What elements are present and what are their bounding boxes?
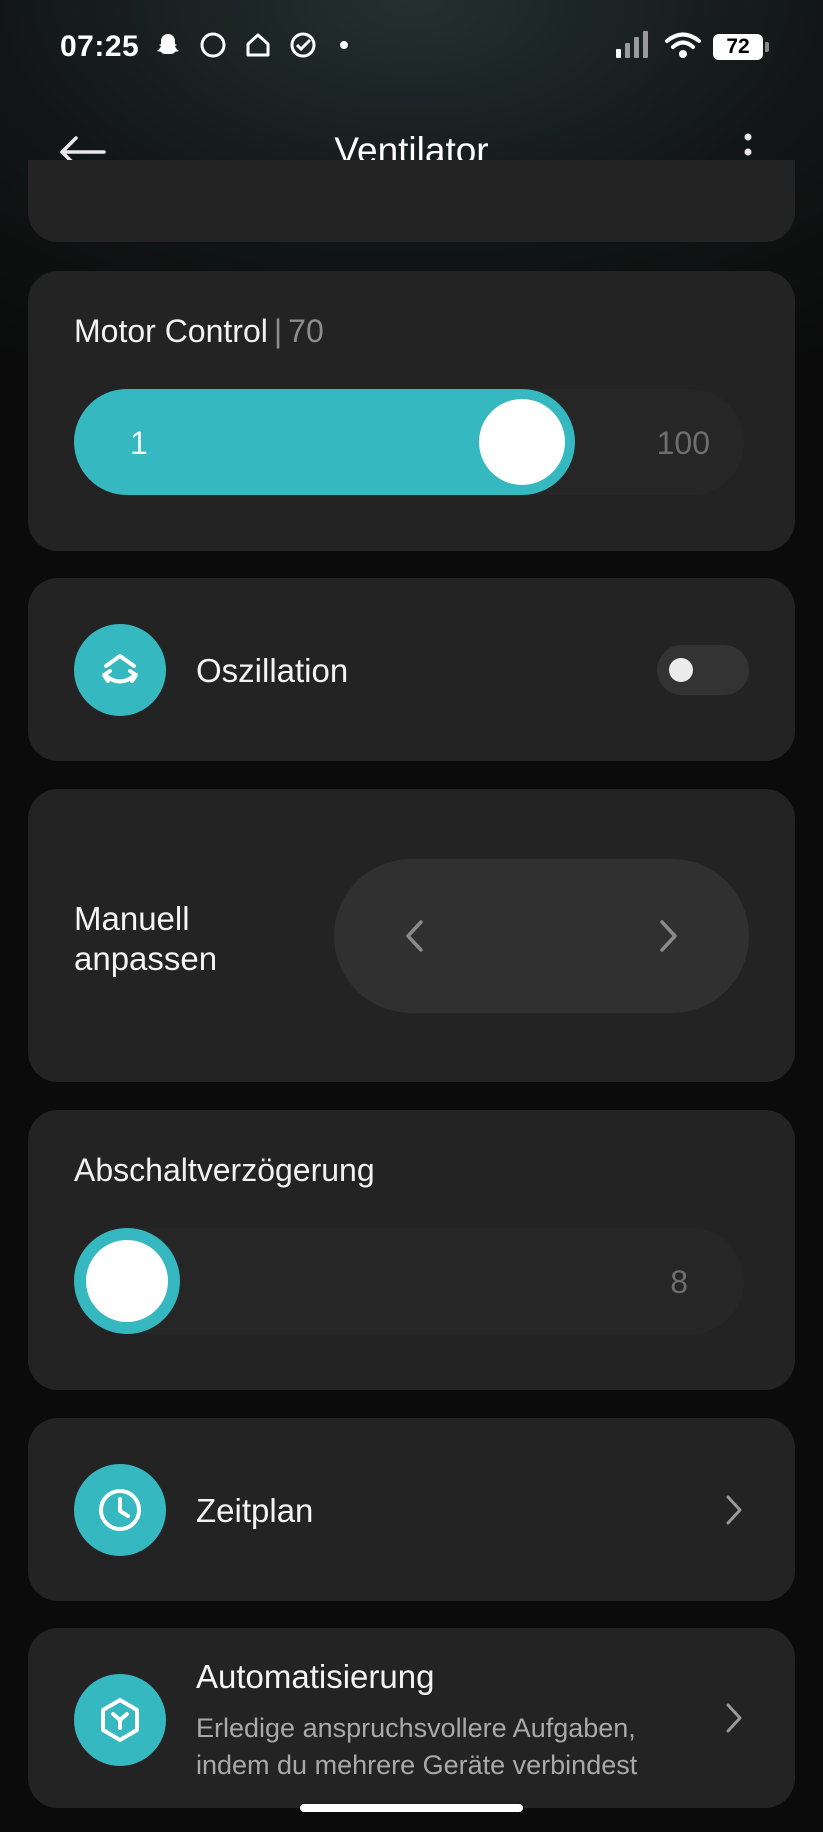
shutdown-delay-max: 8: [670, 1264, 688, 1300]
shutdown-delay-slider[interactable]: 8: [74, 1228, 744, 1334]
manual-adjust-label-line2: anpassen: [74, 940, 218, 977]
status-time: 07:25: [60, 30, 140, 63]
oscillation-card: Oszillation: [28, 578, 795, 761]
oscillation-label: Oszillation: [196, 652, 349, 689]
oscillation-icon: [74, 624, 166, 716]
snapchat-icon: [154, 31, 182, 64]
motor-control-slider[interactable]: 1 100: [74, 389, 744, 495]
chevron-right-icon: [719, 1490, 749, 1530]
circle-icon: [198, 30, 228, 65]
automation-icon: [74, 1674, 166, 1766]
clock-icon: [74, 1464, 166, 1556]
motor-control-label: Motor Control | 70: [74, 313, 324, 350]
chevron-left-icon: [406, 920, 423, 952]
motor-control-value: 70: [288, 313, 324, 349]
motor-control-separator: |: [273, 313, 283, 349]
dot-icon: [334, 35, 354, 60]
battery-icon: 72: [713, 34, 769, 60]
automation-description-line1: Erledige anspruchsvollere Aufgaben,: [196, 1713, 636, 1743]
chevron-right-icon: [660, 920, 677, 952]
manual-adjust-card: Manuell anpassen: [28, 789, 795, 1082]
signal-icon: [615, 30, 653, 64]
status-bar: 07:25 72: [0, 0, 823, 94]
motor-control-slider-handle[interactable]: [479, 399, 565, 485]
manual-adjust-label: Manuell anpassen: [74, 899, 217, 979]
schedule-label: Zeitplan: [196, 1492, 314, 1529]
status-left-icons: [154, 30, 354, 64]
status-right-icons: 72: [615, 30, 769, 64]
manual-adjust-label-line1: Manuell: [74, 900, 190, 937]
manual-adjust-stepper: [334, 859, 749, 1013]
manual-adjust-right-button[interactable]: [649, 911, 689, 961]
partial-card: [28, 160, 795, 242]
oscillation-toggle[interactable]: [657, 645, 749, 695]
automation-description: Erledige anspruchsvollere Aufgaben, inde…: [196, 1710, 637, 1784]
automation-description-line2: indem du mehrere Geräte verbindest: [196, 1750, 638, 1780]
chevron-right-icon: [719, 1698, 749, 1738]
home-icon: [244, 31, 272, 64]
shutdown-delay-label: Abschaltverzögerung: [74, 1152, 375, 1188]
schedule-card[interactable]: Zeitplan: [28, 1418, 795, 1601]
motor-control-min: 1: [130, 425, 148, 461]
automation-card[interactable]: Automatisierung Erledige anspruchsvoller…: [28, 1628, 795, 1808]
motor-control-title: Motor Control: [74, 313, 268, 349]
shutdown-delay-handle-inner: [86, 1240, 168, 1322]
automation-title: Automatisierung: [196, 1658, 435, 1695]
oscillation-toggle-knob: [669, 658, 693, 682]
shutdown-delay-slider-handle[interactable]: [74, 1228, 180, 1334]
motor-control-max: 100: [656, 425, 710, 461]
check-circle-icon: [288, 30, 318, 65]
shutdown-delay-card: Abschaltverzögerung 8: [28, 1110, 795, 1390]
home-indicator[interactable]: [300, 1804, 523, 1812]
wifi-icon: [665, 31, 701, 64]
motor-control-card: Motor Control | 70 1 100: [28, 271, 795, 551]
manual-adjust-left-button[interactable]: [394, 911, 434, 961]
